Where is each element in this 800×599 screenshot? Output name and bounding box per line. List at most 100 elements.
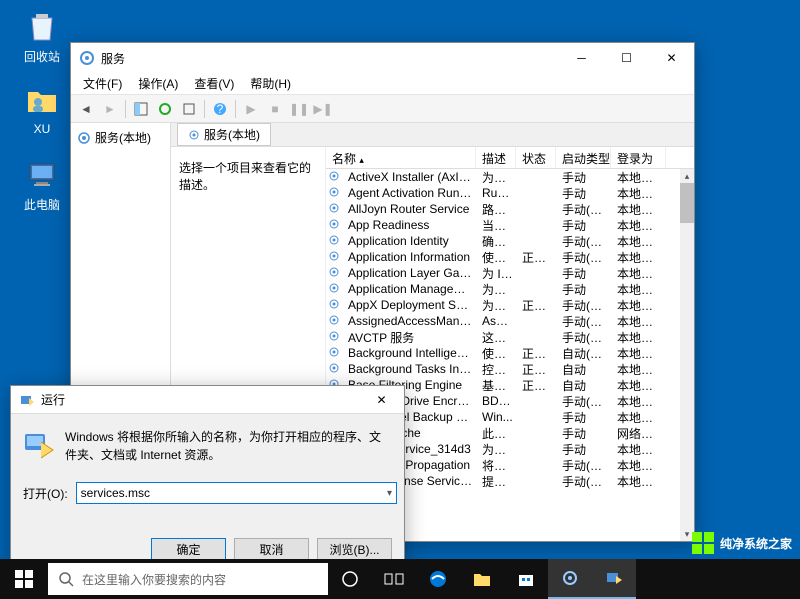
col-start[interactable]: 启动类型 [556, 147, 611, 168]
desktop-icon-recycle-bin[interactable]: 回收站 [12, 6, 72, 65]
minimize-button[interactable]: ─ [559, 43, 604, 73]
cell-stat: 正在... [518, 377, 558, 394]
browse-button[interactable]: 浏览(B)... [317, 538, 392, 560]
cell-logon: 本地服务 [613, 233, 668, 250]
chevron-down-icon[interactable]: ▾ [387, 488, 392, 499]
restart-icon[interactable]: ▶❚ [312, 98, 334, 120]
forward-icon[interactable]: ► [99, 98, 121, 120]
gear-icon [328, 250, 342, 264]
cell-start: 手动 [558, 425, 613, 442]
desktop-icon-label: XU [12, 122, 72, 136]
nav-services-local[interactable]: 服务(本地) [75, 127, 166, 148]
stop-square-icon[interactable]: ■ [264, 98, 286, 120]
cell-name: Application Information [344, 250, 478, 264]
start-button[interactable] [0, 559, 48, 599]
table-row[interactable]: App Readiness当用...手动本地系统 [326, 217, 680, 233]
tab-services-local[interactable]: 服务(本地) [177, 123, 271, 146]
table-row[interactable]: AllJoyn Router Service路由...手动(触发...本地服务 [326, 201, 680, 217]
folder-icon [22, 80, 62, 120]
table-row[interactable]: Background Intelligent T...使用...正在...自动(… [326, 345, 680, 361]
table-row[interactable]: AppX Deployment Servic...为部...正在...手动(触发… [326, 297, 680, 313]
col-logon[interactable]: 登录为 [611, 147, 666, 168]
desktop-icon-user[interactable]: XU [12, 80, 72, 136]
cancel-button[interactable]: 取消 [234, 538, 309, 560]
cell-name: Application Layer Gatewa... [344, 266, 478, 280]
task-view-icon[interactable] [372, 559, 416, 599]
menu-help[interactable]: 帮助(H) [242, 73, 299, 94]
explorer-icon[interactable] [460, 559, 504, 599]
close-button[interactable]: ✕ [359, 385, 404, 415]
play-icon[interactable]: ▶ [240, 98, 262, 120]
cell-logon: 本地系统 [613, 393, 668, 410]
menubar: 文件(F) 操作(A) 查看(V) 帮助(H) [71, 73, 694, 95]
cell-desc: 为从... [478, 169, 518, 186]
table-row[interactable]: Application Information使用...正在...手动(触发..… [326, 249, 680, 265]
menu-view[interactable]: 查看(V) [186, 73, 242, 94]
cell-name: ActiveX Installer (AxInstSV) [344, 170, 478, 184]
cell-desc: 基本... [478, 377, 518, 394]
tab-label: 服务(本地) [204, 126, 260, 143]
show-hide-icon[interactable] [130, 98, 152, 120]
cell-logon: 本地系统 [613, 169, 668, 186]
scroll-up-icon[interactable]: ▴ [680, 169, 694, 183]
table-row[interactable]: Application Management为通...手动本地系统 [326, 281, 680, 297]
watermark-brand: 纯净系统之家 [692, 532, 792, 554]
cell-name: Background Intelligent T... [344, 346, 478, 360]
help-icon[interactable]: ? [209, 98, 231, 120]
open-input[interactable] [76, 482, 397, 504]
cell-start: 手动(触发... [558, 249, 613, 266]
taskbar: 在这里输入你要搜索的内容 [0, 559, 800, 599]
edge-icon[interactable] [416, 559, 460, 599]
close-button[interactable]: ✕ [649, 43, 694, 73]
cell-desc: 将用... [478, 457, 518, 474]
store-icon[interactable] [504, 559, 548, 599]
run-icon [19, 392, 35, 408]
gear-icon [188, 129, 200, 141]
export-icon[interactable] [178, 98, 200, 120]
cell-start: 手动(触发... [558, 473, 613, 490]
taskbar-run-icon[interactable] [592, 559, 636, 599]
pc-icon [22, 154, 62, 194]
svg-text:?: ? [217, 102, 224, 116]
window-title: 运行 [41, 391, 359, 408]
col-name[interactable]: 名称 ▴ [326, 147, 476, 168]
scrollbar[interactable]: ▴ ▾ [680, 169, 694, 541]
table-row[interactable]: ActiveX Installer (AxInstSV)为从... 手动本地系统 [326, 169, 680, 185]
col-desc[interactable]: 描述 [476, 147, 516, 168]
cortana-icon[interactable] [328, 559, 372, 599]
cell-desc: 控制... [478, 361, 518, 378]
cell-logon: 本地系统 [613, 361, 668, 378]
table-row[interactable]: Agent Activation Runtime...Runt...手动本地系统 [326, 185, 680, 201]
cell-name: AssignedAccessManager... [344, 314, 478, 328]
cell-start: 手动 [558, 281, 613, 298]
back-icon[interactable]: ◄ [75, 98, 97, 120]
search-box[interactable]: 在这里输入你要搜索的内容 [48, 563, 328, 595]
ok-button[interactable]: 确定 [151, 538, 226, 560]
open-label: 打开(O): [23, 485, 68, 502]
gear-icon [328, 298, 342, 312]
menu-file[interactable]: 文件(F) [75, 73, 130, 94]
cell-desc: 为通... [478, 281, 518, 298]
gear-icon [77, 131, 91, 145]
nav-label: 服务(本地) [95, 129, 151, 146]
cell-start: 手动 [558, 169, 613, 186]
pause-icon[interactable]: ❚❚ [288, 98, 310, 120]
titlebar[interactable]: 服务 ─ ☐ ✕ [71, 43, 694, 73]
cell-start: 自动 [558, 377, 613, 394]
col-stat[interactable]: 状态 [516, 147, 556, 168]
table-row[interactable]: AssignedAccessManager...Assi...手动(触发...本… [326, 313, 680, 329]
cell-name: Background Tasks Infras... [344, 362, 478, 376]
titlebar[interactable]: 运行 ✕ [11, 386, 404, 414]
desktop-icon-label: 回收站 [12, 48, 72, 65]
desktop-icon-this-pc[interactable]: 此电脑 [12, 154, 72, 213]
table-row[interactable]: AVCTP 服务这是...手动(触发...本地服务 [326, 329, 680, 345]
scroll-thumb[interactable] [680, 183, 694, 223]
refresh-icon[interactable] [154, 98, 176, 120]
taskbar-services-icon[interactable] [548, 559, 592, 599]
table-row[interactable]: Background Tasks Infras...控制...正在...自动本地… [326, 361, 680, 377]
maximize-button[interactable]: ☐ [604, 43, 649, 73]
menu-action[interactable]: 操作(A) [130, 73, 186, 94]
table-row[interactable]: Application Identity确定...手动(触发...本地服务 [326, 233, 680, 249]
cell-logon: 本地服务 [613, 265, 668, 282]
table-row[interactable]: Application Layer Gatewa...为 In...手动本地服务 [326, 265, 680, 281]
